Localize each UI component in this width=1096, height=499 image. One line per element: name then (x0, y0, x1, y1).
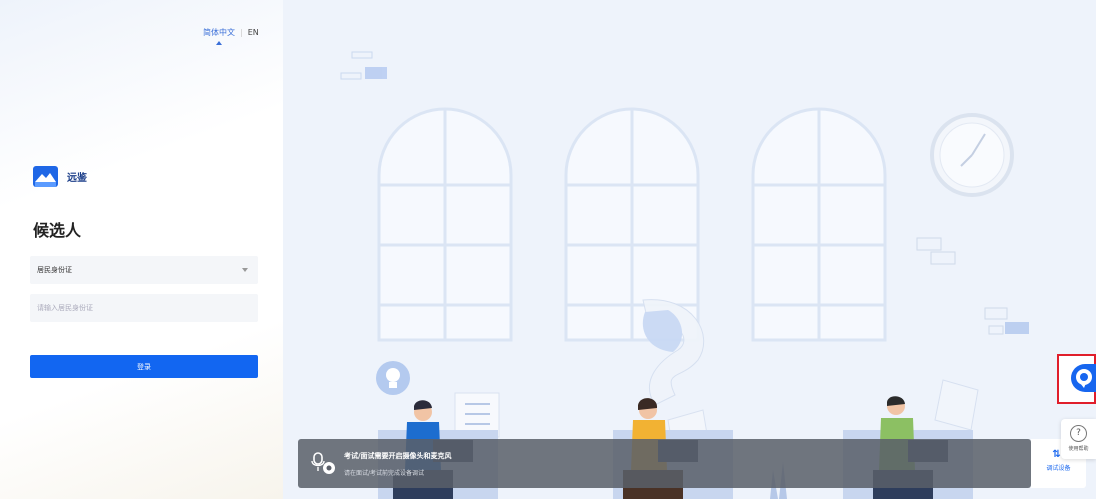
help-label: 使用帮助 (1068, 446, 1089, 452)
id-type-select[interactable]: 居民身份证 (30, 256, 258, 284)
chevron-down-icon (242, 268, 248, 272)
page-title: 候选人 (33, 221, 82, 240)
id-number-input[interactable] (30, 294, 258, 322)
device-notice-bar: 考试/面试需要开启摄像头和麦克风 请在面试/考试前完成设备调试 (298, 439, 1031, 488)
help-button[interactable]: ? 使用帮助 (1061, 419, 1096, 459)
question-icon: ? (1070, 425, 1087, 442)
brand-name: 远鉴 (67, 173, 87, 184)
clock-icon (930, 113, 1014, 197)
chat-bubble-icon (1076, 369, 1092, 388)
mountain-logo-icon (33, 166, 58, 187)
notice-title: 考试/面试需要开启摄像头和麦克风 (344, 452, 452, 460)
login-button[interactable]: 登录 (30, 355, 258, 378)
language-switch: 简体中文 | EN (203, 27, 259, 38)
id-type-value: 居民身份证 (37, 266, 72, 274)
notice-subtitle: 请在面试/考试前完成设备调试 (344, 470, 425, 477)
office-illustration (283, 0, 1096, 499)
language-divider: | (240, 28, 243, 37)
window-right (751, 107, 887, 342)
device-test-label: 调试设备 (1046, 465, 1071, 472)
language-chinese[interactable]: 简体中文 (203, 28, 235, 37)
login-panel: 简体中文 | EN 远鉴 候选人 居民身份证 登录 (0, 0, 283, 499)
lightbulb-icon (376, 361, 410, 395)
camera-mic-icon (311, 452, 335, 474)
language-english[interactable]: EN (248, 28, 259, 37)
window-left (377, 107, 513, 342)
chat-button[interactable] (1071, 364, 1096, 392)
brand: 远鉴 (33, 166, 87, 187)
